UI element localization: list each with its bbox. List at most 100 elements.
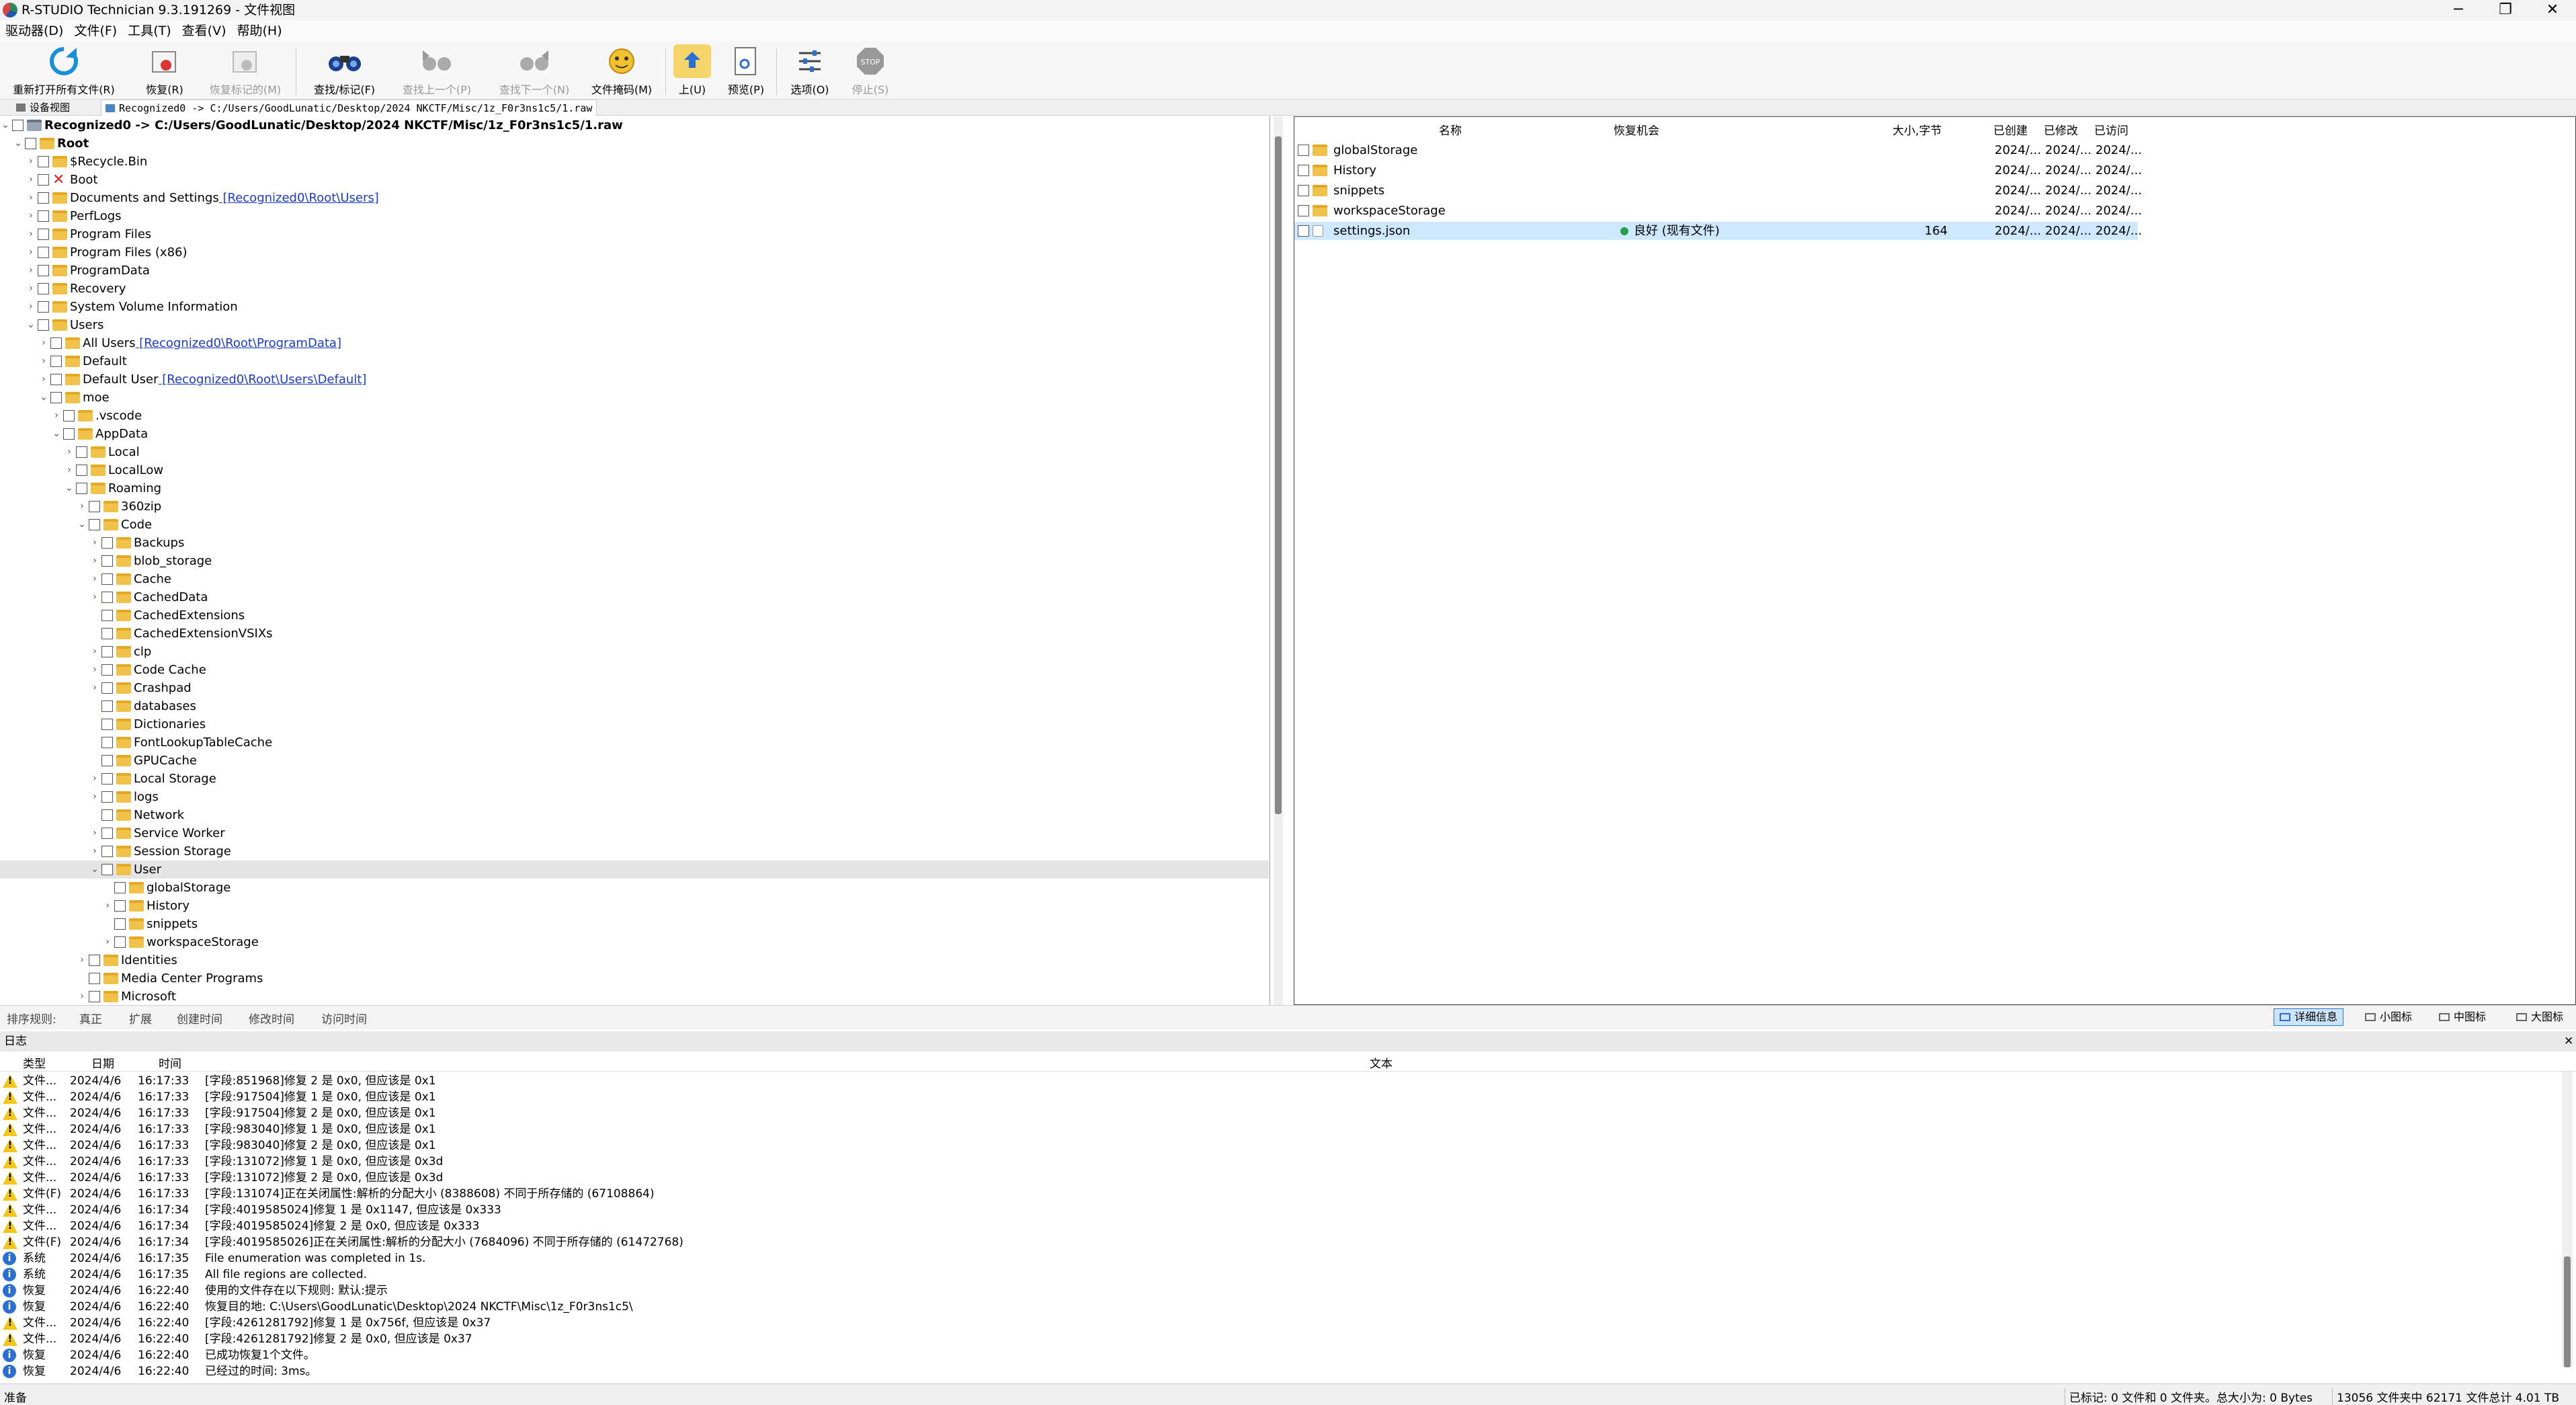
tree-checkbox[interactable] — [101, 755, 113, 766]
tree-checkbox[interactable] — [50, 392, 62, 403]
tree-checkbox[interactable] — [101, 592, 113, 603]
collapse-arrow-icon[interactable]: ⌄ — [0, 116, 11, 134]
tab-file-view[interactable]: Recognized0 -> C:/Users/GoodLunatic/Desk… — [101, 99, 597, 116]
tree-item[interactable]: › .vscode — [0, 407, 1269, 425]
sort-name-button[interactable]: 真正 — [79, 1010, 102, 1027]
expand-arrow-icon[interactable]: › — [26, 171, 36, 189]
tree-checkbox[interactable] — [101, 664, 113, 676]
tree-checkbox[interactable] — [38, 192, 49, 204]
tree-item[interactable]: ⌄ User — [0, 860, 1269, 879]
log-row[interactable]: ! 文件... 2024/4/6 16:17:33 [字段:131072]修复 2 是 … — [0, 1170, 2554, 1186]
tree-item[interactable]: › Default User [Recognized0\Root\Users\De… — [0, 370, 1269, 389]
tree-item[interactable]: › Documents and Settings [Recognized0\Roo… — [0, 189, 1269, 207]
tree-checkbox[interactable] — [76, 446, 87, 458]
log-row[interactable]: ! 文件... 2024/4/6 16:17:33 [字段:983040]修复 1 是 … — [0, 1121, 2554, 1137]
log-row[interactable]: i 恢复 2024/4/6 16:22:40 已成功恢复1个文件。 — [0, 1347, 2554, 1363]
log-row[interactable]: ! 文件... 2024/4/6 16:17:33 [字段:131072]修复 1 是 … — [0, 1154, 2554, 1170]
tree-item[interactable]: › ✕ Boot — [0, 171, 1269, 189]
log-row[interactable]: i 恢复 2024/4/6 16:22:40 恢复目的地: C:\Users\GoodL… — [0, 1299, 2554, 1315]
tree-checkbox[interactable] — [50, 337, 62, 349]
tree-item[interactable]: › blob_storage — [0, 552, 1269, 570]
tree-item[interactable]: › workspaceStorage — [0, 933, 1269, 951]
file-mask-button[interactable]: 文件掩码(M) — [588, 44, 655, 97]
tab-device-view[interactable]: 设备视图 — [12, 99, 74, 116]
stop-button[interactable]: STOP 停止(S) — [843, 44, 897, 97]
tree-item[interactable]: GPUCache — [0, 752, 1269, 770]
collapse-arrow-icon[interactable]: ⌄ — [26, 316, 36, 334]
file-row[interactable]: settings.json 良好 (现有文件) 164 2024/... 2024/..… — [1294, 222, 2142, 240]
view-small-icons-button[interactable]: 小图标 — [2359, 1008, 2418, 1026]
expand-arrow-icon[interactable]: › — [77, 951, 87, 969]
menu-help[interactable]: 帮助(H) — [232, 20, 288, 42]
tree-item[interactable]: CachedExtensions — [0, 606, 1269, 625]
expand-arrow-icon[interactable]: › — [26, 225, 36, 243]
tree-checkbox[interactable] — [114, 882, 126, 893]
log-column-time[interactable]: 时间 — [159, 1054, 181, 1071]
tree-item[interactable]: › Session Storage — [0, 842, 1269, 860]
tree-item[interactable]: › Identities — [0, 951, 1269, 969]
collapse-arrow-icon[interactable]: ⌄ — [51, 425, 62, 443]
tree-item[interactable]: › Recovery — [0, 280, 1269, 298]
tree-item[interactable]: › Microsoft — [0, 988, 1269, 1005]
tree-checkbox[interactable] — [101, 719, 113, 730]
sort-accessed-button[interactable]: 访问时间 — [321, 1010, 367, 1027]
tree-item[interactable]: › Program Files (x86) — [0, 243, 1269, 262]
tree-item[interactable]: › Crashpad — [0, 679, 1269, 697]
tree-checkbox[interactable] — [38, 174, 49, 186]
tree-checkbox[interactable] — [38, 319, 49, 331]
tree-checkbox[interactable] — [101, 610, 113, 621]
expand-arrow-icon[interactable]: › — [77, 988, 87, 1005]
tree-item[interactable]: › logs — [0, 788, 1269, 806]
tree-item[interactable]: ⌄ Root — [0, 134, 1269, 153]
tree-item[interactable]: Dictionaries — [0, 715, 1269, 733]
collapse-arrow-icon[interactable]: ⌄ — [77, 516, 87, 534]
collapse-arrow-icon[interactable]: ⌄ — [38, 389, 49, 407]
log-column-text[interactable]: 文本 — [1370, 1054, 1393, 1071]
expand-arrow-icon[interactable]: › — [26, 189, 36, 207]
collapse-arrow-icon[interactable]: ⌄ — [64, 479, 75, 497]
sort-extension-button[interactable]: 扩展 — [129, 1010, 152, 1027]
menu-file[interactable]: 文件(F) — [69, 20, 122, 42]
tree-item[interactable]: › System Volume Information — [0, 298, 1269, 316]
column-created[interactable]: 已创建 — [1993, 121, 2028, 138]
log-row[interactable]: ! 文件... 2024/4/6 16:22:40 [字段:4261281792]修复 … — [0, 1331, 2554, 1347]
tree-item[interactable]: › Cache — [0, 570, 1269, 588]
file-row[interactable]: workspaceStorage 2024/... 2024/... 2024/... — [1294, 202, 2142, 220]
find-previous-button[interactable]: 查找上一个(P) — [397, 44, 477, 97]
tree-item[interactable]: globalStorage — [0, 879, 1269, 897]
tree-item[interactable]: › LocalLow — [0, 461, 1269, 479]
tree-checkbox[interactable] — [101, 864, 113, 875]
expand-arrow-icon[interactable]: › — [51, 407, 62, 425]
file-row[interactable]: History 2024/... 2024/... 2024/... — [1294, 161, 2142, 179]
tree-item[interactable]: › clp — [0, 643, 1269, 661]
tree-item-link[interactable]: [Recognized0\Root\Users\Default] — [159, 372, 366, 387]
tree-scrollbar[interactable] — [1274, 116, 1283, 1005]
log-row[interactable]: ! 文件... 2024/4/6 16:17:34 [字段:4019585024]修复 … — [0, 1202, 2554, 1218]
expand-arrow-icon[interactable]: › — [38, 334, 49, 352]
tree-checkbox[interactable] — [38, 156, 49, 167]
tree-checkbox[interactable] — [114, 936, 126, 948]
log-row[interactable]: i 恢复 2024/4/6 16:22:40 已经过的时间: 3ms。 — [0, 1363, 2554, 1379]
tree-item[interactable]: › Program Files — [0, 225, 1269, 243]
expand-arrow-icon[interactable]: › — [89, 788, 100, 806]
tree-checkbox[interactable] — [25, 138, 36, 149]
tree-item[interactable]: › History — [0, 897, 1269, 915]
tree-checkbox[interactable] — [63, 428, 75, 440]
tree-checkbox[interactable] — [12, 120, 24, 131]
expand-arrow-icon[interactable]: › — [26, 243, 36, 262]
column-name[interactable]: 名称 — [1439, 121, 1462, 138]
expand-arrow-icon[interactable]: › — [89, 770, 100, 788]
view-large-icons-button[interactable]: 大图标 — [2510, 1008, 2569, 1026]
expand-arrow-icon[interactable]: › — [26, 298, 36, 316]
tree-item[interactable]: CachedExtensionVSIXs — [0, 625, 1269, 643]
tree-checkbox[interactable] — [76, 483, 87, 494]
tree-checkbox[interactable] — [89, 501, 100, 512]
expand-arrow-icon[interactable]: › — [38, 352, 49, 370]
tree-item-link[interactable]: [Recognized0\Root\ProgramData] — [135, 336, 341, 350]
up-button[interactable]: 上(U) — [672, 44, 712, 97]
log-row[interactable]: ! 文件... 2024/4/6 16:22:40 [字段:4261281792]修复 … — [0, 1315, 2554, 1331]
view-details-button[interactable]: 详细信息 — [2274, 1008, 2344, 1026]
tree-item[interactable]: › ProgramData — [0, 262, 1269, 280]
tree-checkbox[interactable] — [38, 210, 49, 222]
expand-arrow-icon[interactable]: › — [89, 661, 100, 679]
